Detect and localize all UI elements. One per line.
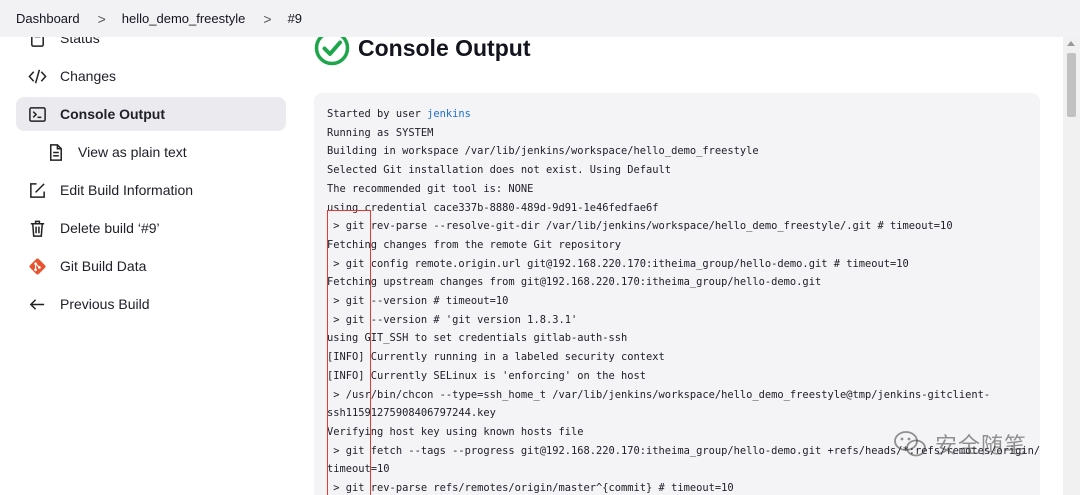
arrow-left-icon: [26, 293, 48, 315]
sidebar-item-previous-build[interactable]: Previous Build: [16, 287, 286, 321]
sidebar-item-label: Delete build ‘#9’: [60, 220, 160, 236]
sidebar-item-label: Changes: [60, 68, 117, 84]
sidebar-item-label: Edit Build Information: [60, 182, 194, 198]
breadcrumb-job[interactable]: hello_demo_freestyle: [122, 11, 246, 26]
console-line: > git --version # 'git version 1.8.3.1': [327, 313, 578, 326]
sidebar-item-console-output[interactable]: Console Output: [16, 97, 286, 131]
git-icon: [26, 255, 48, 277]
user-link[interactable]: jenkins: [427, 108, 471, 120]
sidebar-item-git-build-data[interactable]: Git Build Data: [16, 249, 286, 283]
sidebar-item-delete-build[interactable]: Delete build ‘#9’: [16, 211, 286, 245]
edit-icon: [26, 179, 48, 201]
scroll-up-arrow-icon[interactable]: [1067, 41, 1075, 46]
terminal-icon: [26, 103, 48, 125]
sidebar: Status Changes Console Output View as pl…: [0, 29, 300, 495]
console-line: The recommended git tool is: NONE: [327, 182, 534, 195]
scrollbar-thumb[interactable]: [1067, 53, 1076, 117]
console-line: > git --version # timeout=10: [327, 295, 509, 308]
sidebar-item-label: Console Output: [60, 106, 165, 122]
console-line: timeout=10: [327, 463, 390, 476]
console-line: Building in workspace /var/lib/jenkins/w…: [327, 145, 759, 158]
breadcrumb: Dashboard > hello_demo_freestyle > #9: [0, 0, 1080, 37]
console-line: > git rev-parse --resolve-git-dir /var/l…: [327, 220, 953, 233]
console-line: ssh11591275908406797244.key: [327, 407, 496, 420]
console-line: Started by user: [327, 108, 428, 120]
console-line: [INFO] Currently SELinux is 'enforcing' …: [327, 369, 647, 382]
console-line: > git rev-parse refs/remotes/origin/mast…: [327, 482, 734, 495]
console-line: Selected Git installation does not exist…: [327, 164, 672, 177]
sidebar-item-label: View as plain text: [78, 144, 187, 160]
sidebar-item-edit-build-info[interactable]: Edit Build Information: [16, 173, 286, 207]
console-line: [INFO] Currently running in a labeled se…: [327, 351, 665, 364]
sidebar-item-changes[interactable]: Changes: [16, 59, 286, 93]
sidebar-item-label: Git Build Data: [60, 258, 147, 274]
console-line: Verifying host key using known hosts fil…: [327, 425, 584, 438]
watermark-text: 安全随笔: [935, 434, 1028, 459]
console-line: Running as SYSTEM: [327, 126, 434, 139]
console-line: > /usr/bin/chcon --type=ssh_home_t /var/…: [327, 388, 991, 401]
console-line: Fetching changes from the remote Git rep…: [327, 238, 622, 251]
page-title: Console Output: [358, 34, 531, 61]
console-line: > git config remote.origin.url git@192.1…: [327, 257, 909, 270]
breadcrumb-separator: >: [263, 10, 272, 27]
sidebar-item-label: Previous Build: [60, 296, 150, 312]
breadcrumb-build[interactable]: #9: [288, 11, 302, 26]
file-icon: [44, 141, 66, 163]
sidebar-item-view-plain-text[interactable]: View as plain text: [16, 135, 286, 169]
code-icon: [26, 65, 48, 87]
console-line: using GIT_SSH to set credentials gitlab-…: [327, 332, 628, 345]
wechat-icon: [894, 431, 926, 457]
trash-icon: [26, 217, 48, 239]
watermark: 安全随笔: [893, 428, 1027, 460]
breadcrumb-separator: >: [97, 10, 106, 27]
console-line: using credential cace337b-8880-489d-9d91…: [327, 201, 659, 214]
scrollbar[interactable]: [1063, 37, 1080, 495]
console-line: Fetching upstream changes from git@192.1…: [327, 276, 822, 289]
breadcrumb-dashboard[interactable]: Dashboard: [16, 11, 80, 26]
